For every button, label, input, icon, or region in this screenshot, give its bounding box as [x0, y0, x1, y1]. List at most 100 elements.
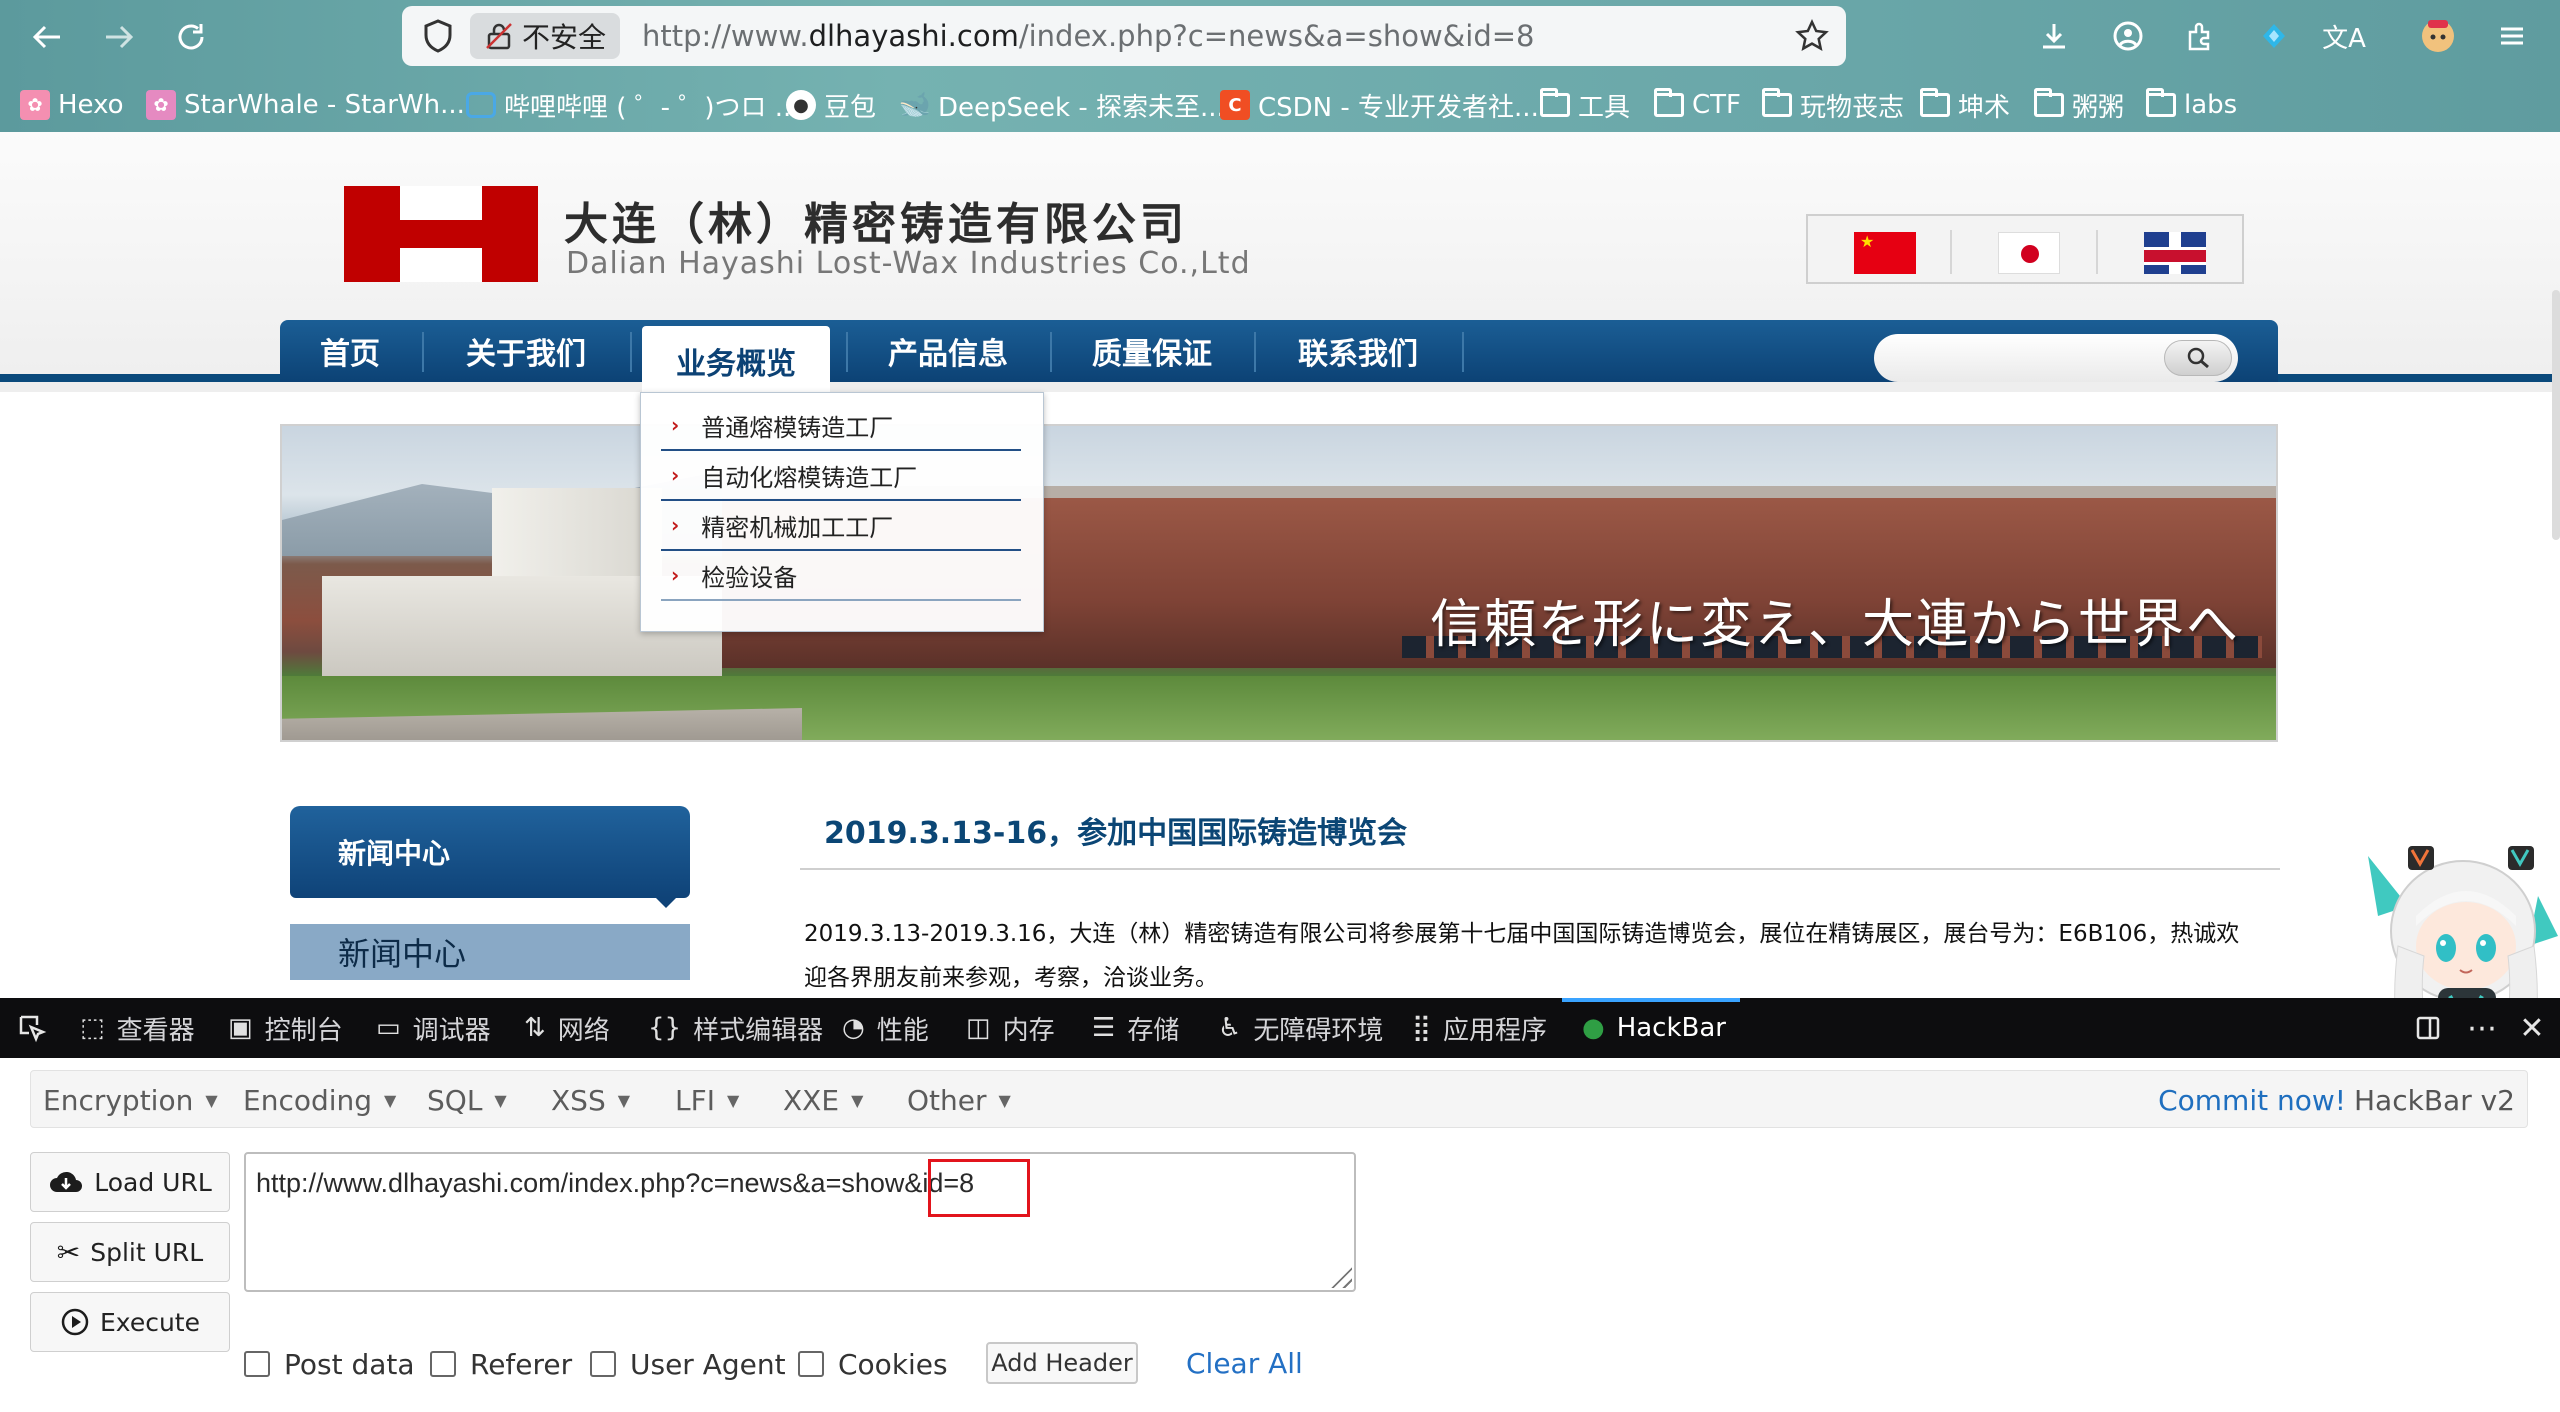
- bookmark-bilibili[interactable]: 哔哩哔哩 ( ゜- ゜)つロ ...: [466, 82, 800, 128]
- menu-sql[interactable]: SQL ▼: [427, 1071, 507, 1129]
- download-icon[interactable]: [2030, 12, 2078, 60]
- close-devtools-icon[interactable]: ✕: [2512, 1008, 2552, 1048]
- dropdown-item-label: 自动化熔模铸造工厂: [701, 463, 918, 492]
- dropdown-item[interactable]: › 精密机械加工工厂: [661, 501, 1021, 551]
- commit-now-link[interactable]: Commit now!: [2158, 1084, 2346, 1117]
- browser-chrome: 不安全 http://www.dlhayashi.com/index.php?c…: [0, 0, 2560, 132]
- tab-performance[interactable]: ◔ 性能: [842, 998, 929, 1058]
- caret-down-icon: ▼: [617, 1090, 631, 1110]
- referer-checkbox[interactable]: Referer: [430, 1346, 572, 1382]
- nav-contact[interactable]: 联系我们: [1256, 320, 1460, 382]
- tab-debugger[interactable]: ▭ 调试器: [376, 998, 491, 1058]
- add-header-button[interactable]: Add Header: [986, 1342, 1138, 1384]
- bookmark-folder-labs[interactable]: labs: [2146, 82, 2237, 128]
- tab-application[interactable]: ⣿ 应用程序: [1412, 998, 1547, 1058]
- shield-icon[interactable]: [418, 16, 458, 56]
- checkbox-box[interactable]: [244, 1351, 270, 1377]
- bookmark-folder-ctf[interactable]: CTF: [1654, 82, 1741, 128]
- menu-xss[interactable]: XSS ▼: [551, 1071, 630, 1129]
- bookmark-star-icon[interactable]: [1792, 16, 1832, 56]
- menu-lfi[interactable]: LFI ▼: [675, 1071, 739, 1129]
- chevron-right-icon: ›: [671, 513, 680, 537]
- tab-memory[interactable]: ◫ 内存: [966, 998, 1055, 1058]
- tab-label: 控制台: [264, 1015, 343, 1046]
- dropdown-item[interactable]: › 普通熔模铸造工厂: [661, 401, 1021, 451]
- translate-icon[interactable]: 文A: [2320, 12, 2368, 60]
- menu-encryption[interactable]: Encryption ▼: [43, 1071, 218, 1129]
- menu-xxe[interactable]: XXE ▼: [783, 1071, 863, 1129]
- uk-flag-icon[interactable]: [2144, 232, 2206, 274]
- japan-flag-icon[interactable]: [1998, 232, 2060, 274]
- checkbox-box[interactable]: [430, 1351, 456, 1377]
- tab-network[interactable]: ⇅ 网络: [524, 998, 610, 1058]
- tab-storage[interactable]: ☰ 存储: [1092, 998, 1179, 1058]
- company-logo[interactable]: [344, 186, 538, 282]
- nav-products[interactable]: 产品信息: [848, 320, 1048, 382]
- back-button[interactable]: [20, 10, 74, 64]
- bookmark-starwhale[interactable]: ✿ StarWhale - StarWh...: [146, 82, 465, 128]
- user-agent-checkbox[interactable]: User Agent: [590, 1346, 786, 1382]
- checkbox-label: User Agent: [630, 1347, 786, 1381]
- dock-side-icon[interactable]: [2408, 1008, 2448, 1048]
- cookies-checkbox[interactable]: Cookies: [798, 1346, 948, 1382]
- mascot-widget-icon[interactable]: [2338, 836, 2560, 998]
- menu-other[interactable]: Other ▼: [907, 1071, 1011, 1129]
- menu-encoding[interactable]: Encoding ▼: [243, 1071, 396, 1129]
- url-text[interactable]: http://www.dlhayashi.com/index.php?c=new…: [642, 19, 1534, 53]
- extensions-icon[interactable]: [2176, 12, 2224, 60]
- element-picker-icon[interactable]: [12, 1008, 52, 1048]
- nav-business[interactable]: 业务概览: [642, 326, 830, 396]
- extension-gem-icon[interactable]: [2250, 12, 2298, 60]
- bookmark-folder-zhouzhou[interactable]: 粥粥: [2034, 82, 2124, 128]
- bookmark-hexo[interactable]: ✿ Hexo: [20, 82, 124, 128]
- nav-about[interactable]: 关于我们: [424, 320, 628, 382]
- china-flag-icon[interactable]: [1854, 232, 1916, 274]
- address-bar[interactable]: 不安全 http://www.dlhayashi.com/index.php?c…: [402, 6, 1846, 66]
- execute-button[interactable]: Execute: [30, 1292, 230, 1352]
- bookmark-folder-kunshu[interactable]: 坤术: [1920, 82, 2010, 128]
- tab-style-editor[interactable]: {} 样式编辑器: [648, 998, 823, 1058]
- checkbox-box[interactable]: [798, 1351, 824, 1377]
- inspector-icon: ⬚: [80, 1013, 105, 1043]
- tab-hackbar[interactable]: ● HackBar: [1582, 998, 1726, 1058]
- article-paragraph-line: 迎各界朋友前来参观，考察，洽谈业务。: [804, 965, 1218, 991]
- tab-console[interactable]: ▣ 控制台: [228, 998, 343, 1058]
- profile-avatar-icon[interactable]: [2414, 12, 2462, 60]
- nav-quality[interactable]: 质量保证: [1052, 320, 1252, 382]
- bookmark-folder-games[interactable]: 玩物丧志: [1762, 82, 1904, 128]
- dropdown-item[interactable]: › 自动化熔模铸造工厂: [661, 451, 1021, 501]
- clear-all-link[interactable]: Clear All: [1186, 1342, 1303, 1384]
- security-label: 不安全: [522, 21, 607, 54]
- security-indicator[interactable]: 不安全: [470, 13, 621, 59]
- dropdown-item-label: 精密机械加工工厂: [701, 513, 894, 542]
- bookmark-label: CTF: [1692, 90, 1741, 120]
- bookmark-label: labs: [2184, 90, 2238, 120]
- bookmark-csdn[interactable]: C CSDN - 专业开发者社...: [1220, 82, 1539, 128]
- bookmark-label: CSDN - 专业开发者社...: [1258, 92, 1539, 123]
- sidebar-item-news[interactable]: 新闻中心: [290, 924, 690, 980]
- tab-accessibility[interactable]: ♿ 无障碍环境: [1218, 998, 1383, 1058]
- banner-slogan: 信頼を形に変え、大連から世界へ: [1430, 595, 2241, 655]
- site-search-button[interactable]: [2164, 340, 2232, 376]
- csdn-icon: C: [1220, 90, 1250, 120]
- site-search-input[interactable]: [1874, 334, 2238, 382]
- factory-banner: 信頼を形に変え、大連から世界へ: [280, 424, 2278, 742]
- account-icon[interactable]: [2104, 12, 2152, 60]
- post-data-checkbox[interactable]: Post data: [244, 1346, 415, 1382]
- bookmark-doubao[interactable]: ● 豆包: [786, 82, 876, 128]
- tab-inspector[interactable]: ⬚ 查看器: [80, 998, 195, 1058]
- reload-button[interactable]: [164, 10, 218, 64]
- nav-home[interactable]: 首页: [280, 320, 420, 382]
- more-options-icon[interactable]: ⋯: [2462, 1008, 2502, 1048]
- bookmark-folder-tools[interactable]: 工具: [1540, 82, 1630, 128]
- load-url-button[interactable]: Load URL: [30, 1152, 230, 1212]
- page-scrollbar[interactable]: [2552, 290, 2560, 540]
- menu-hamburger-icon[interactable]: [2488, 12, 2536, 60]
- dropdown-item[interactable]: › 检验设备: [661, 551, 1021, 601]
- resize-handle-icon[interactable]: [1326, 1262, 1352, 1288]
- forward-button[interactable]: [92, 10, 146, 64]
- url-textarea[interactable]: http://www.dlhayashi.com/index.php?c=new…: [244, 1152, 1356, 1292]
- split-url-button[interactable]: ✂ Split URL: [30, 1222, 230, 1282]
- checkbox-box[interactable]: [590, 1351, 616, 1377]
- bookmark-deepseek[interactable]: 🐋 DeepSeek - 探索未至...: [899, 82, 1225, 128]
